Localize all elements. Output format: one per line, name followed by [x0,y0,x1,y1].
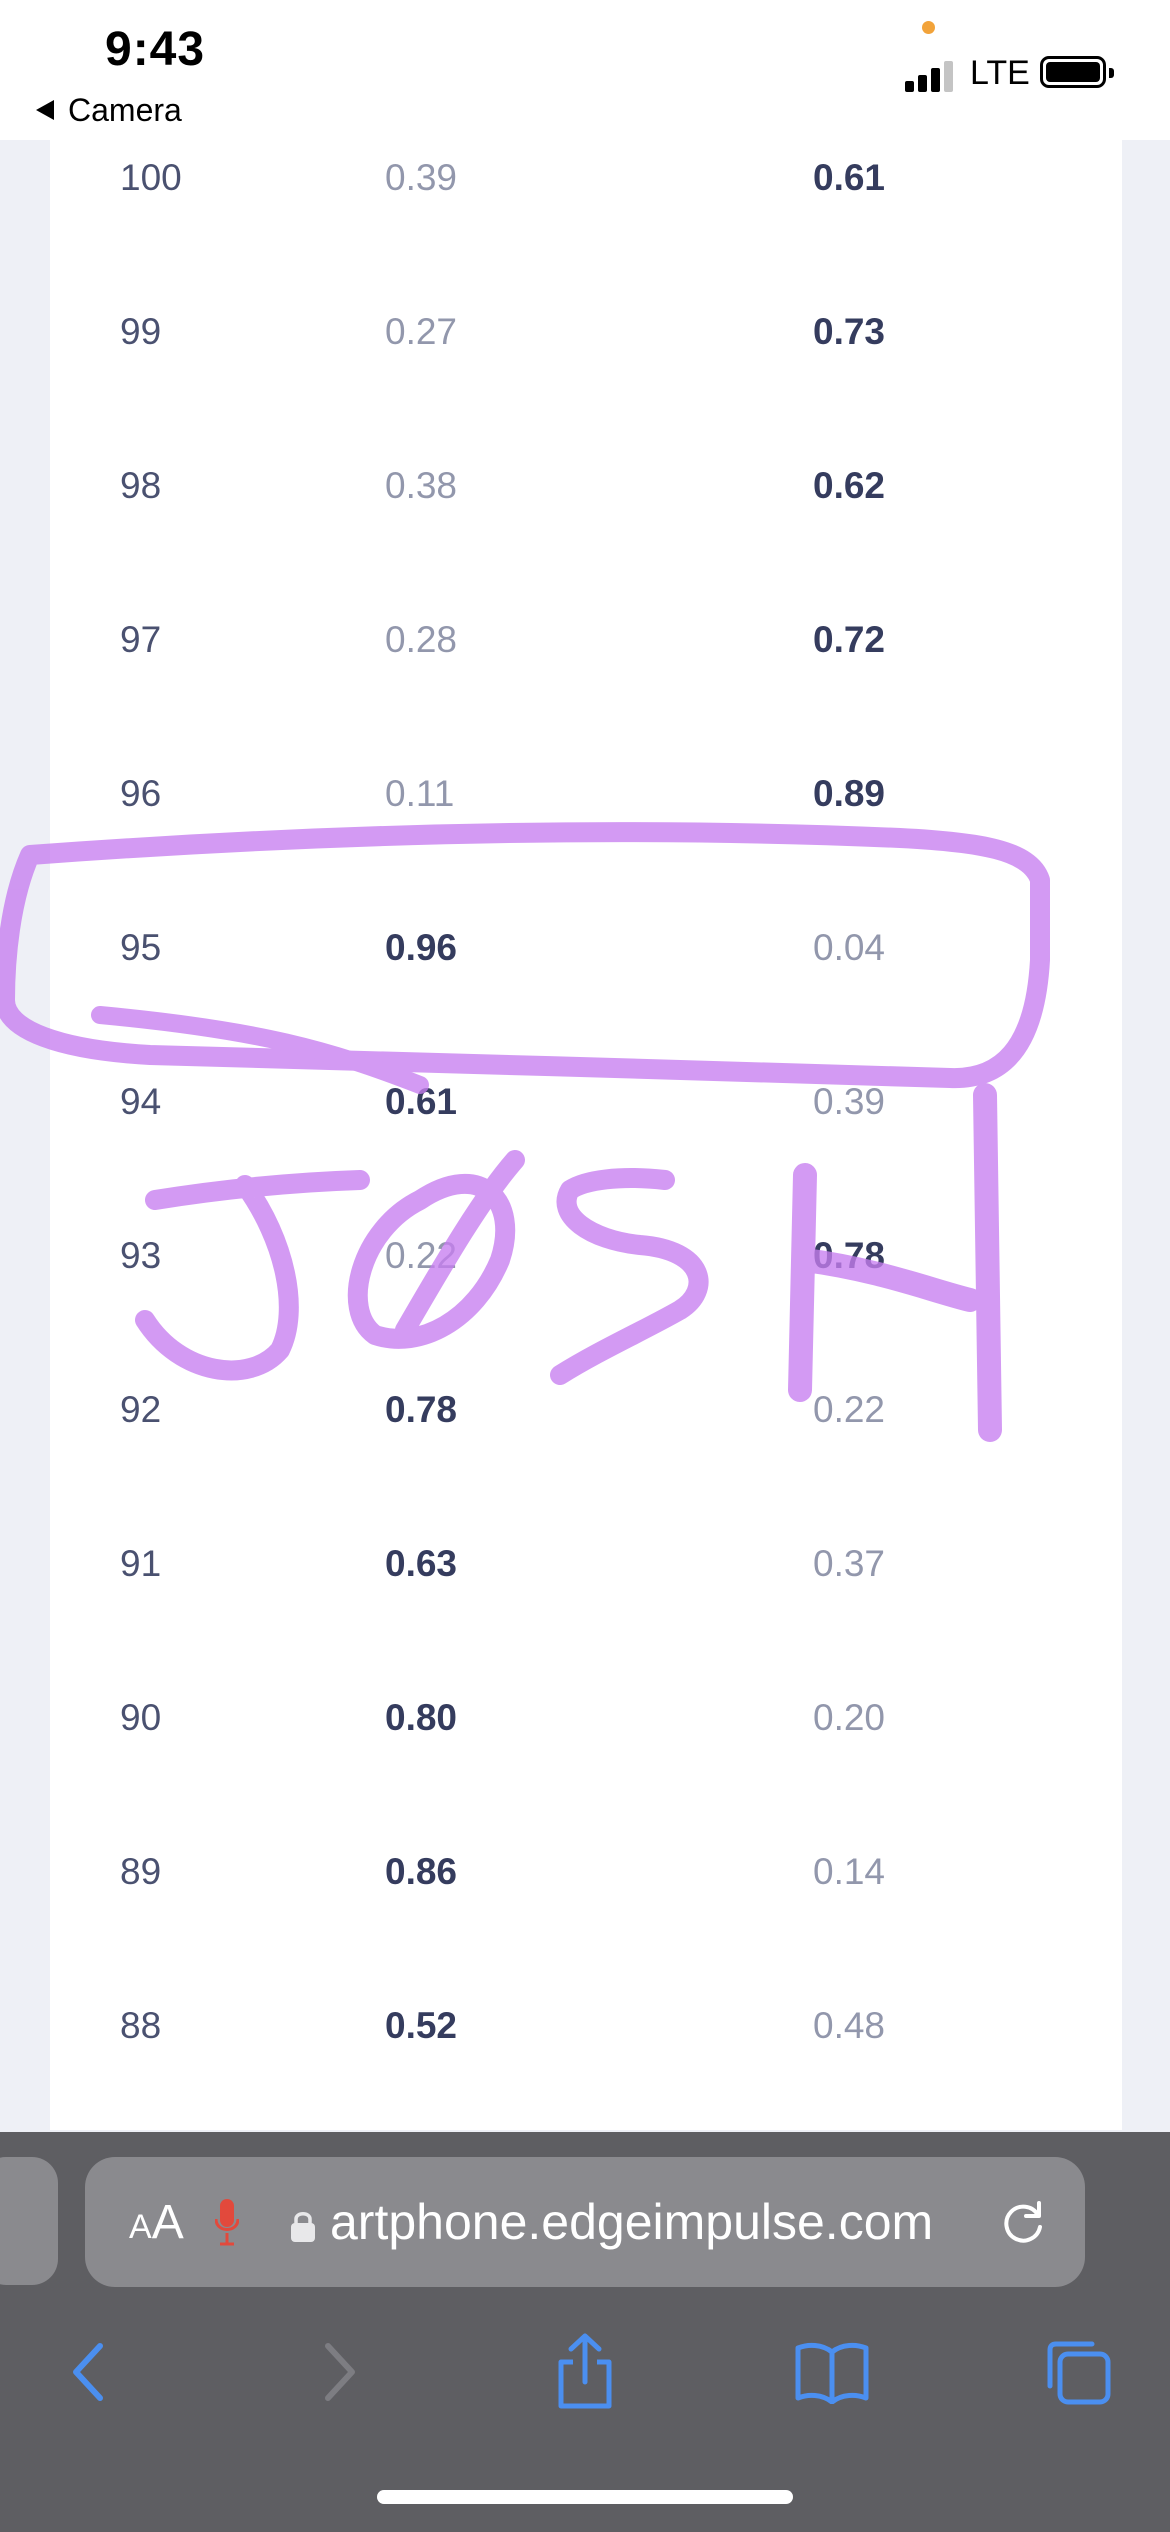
score-b: 0.39 [813,1081,886,1122]
forward-button[interactable] [290,2322,390,2422]
score-b: 0.78 [813,1235,886,1276]
score-a: 0.11 [385,773,455,814]
row-index: 98 [120,465,162,506]
table-row: 94 0.61 0.39 [50,1025,1122,1179]
status-time: 9:43 [105,23,206,76]
network-type: LTE [970,54,1030,92]
score-b: 0.89 [813,773,886,814]
results-table: 100 0.39 0.61 99 0.27 0.73 98 0.38 0.62 97 0.28 0.7… [50,140,1122,2130]
table-row: 91 0.63 0.37 [50,1487,1122,1641]
score-b: 0.22 [813,1389,886,1430]
table-row: 88 0.52 0.48 [50,1949,1122,2103]
url-text: artphone.edgeimpulse.com [330,2194,934,2250]
tabs-button[interactable] [1028,2322,1128,2422]
table-row: 92 0.78 0.22 [50,1333,1122,1487]
mic-icon[interactable] [215,2197,239,2247]
row-index: 96 [120,773,162,814]
row-index: 90 [120,1697,162,1738]
score-b: 0.14 [813,1851,886,1892]
table-row: 90 0.80 0.20 [50,1641,1122,1795]
back-to-app-button[interactable]: Camera [36,92,182,129]
table-row: 96 0.11 0.89 [50,717,1122,871]
home-indicator[interactable] [377,2490,793,2504]
score-b: 0.72 [813,619,886,660]
score-a: 0.61 [385,1081,458,1122]
reload-icon[interactable] [995,2197,1051,2253]
table-row: 93 0.22 0.78 [50,1179,1122,1333]
score-b: 0.37 [813,1543,886,1584]
battery-icon [1040,56,1114,88]
back-button[interactable] [38,2322,138,2422]
score-b: 0.73 [813,311,886,352]
score-b: 0.04 [813,927,886,968]
row-index: 92 [120,1389,162,1430]
privacy-indicator-dot [922,21,935,34]
score-a: 0.63 [385,1543,458,1584]
back-triangle-icon [36,99,54,120]
score-b: 0.20 [813,1697,886,1738]
row-index: 88 [120,2005,162,2046]
cellular-signal-icon [905,60,957,92]
score-b: 0.61 [813,157,886,198]
score-a: 0.86 [385,1851,458,1892]
reader-settings-button[interactable]: AA [129,2195,184,2250]
browser-toolbar: AA artphone.edgeimpulse.com [0,2132,1170,2532]
row-index: 99 [120,311,162,352]
row-index: 91 [120,1543,162,1584]
page-content[interactable]: 100 0.39 0.61 99 0.27 0.73 98 0.38 0.62 97 0.28 0.7… [0,140,1170,2130]
score-a: 0.80 [385,1697,458,1738]
row-index: 97 [120,619,162,660]
row-index: 95 [120,927,162,968]
lock-icon [291,2212,315,2242]
score-a: 0.22 [385,1235,458,1276]
score-a: 0.38 [385,465,458,506]
table-row: 89 0.86 0.14 [50,1795,1122,1949]
table-row: 100 0.39 0.61 [50,140,1122,255]
score-a: 0.27 [385,311,458,352]
share-icon [558,2333,612,2409]
table-row: 99 0.27 0.73 [50,255,1122,409]
table-row: 97 0.28 0.72 [50,563,1122,717]
score-b: 0.48 [813,2005,886,2046]
score-a: 0.96 [385,927,458,968]
previous-tab-preview[interactable] [0,2157,58,2285]
chevron-left-icon [73,2343,103,2401]
score-b: 0.62 [813,465,886,506]
row-index: 94 [120,1081,162,1122]
address-bar[interactable]: AA artphone.edgeimpulse.com [85,2157,1085,2287]
table-row: 95 0.96 0.04 [50,871,1122,1025]
score-a: 0.78 [385,1389,458,1430]
tabs-icon [1047,2341,1111,2405]
score-a: 0.52 [385,2005,458,2046]
row-index: 89 [120,1851,162,1892]
book-icon [795,2342,869,2404]
share-button[interactable] [535,2322,635,2422]
row-index: 93 [120,1235,162,1276]
row-index: 100 [120,157,182,198]
status-bar: 9:43 Camera LTE [0,0,1170,140]
bookmarks-button[interactable] [782,2322,882,2422]
score-a: 0.39 [385,157,458,198]
back-app-label: Camera [68,92,182,128]
chevron-right-icon [325,2343,355,2401]
table-row: 98 0.38 0.62 [50,409,1122,563]
score-a: 0.28 [385,619,458,660]
